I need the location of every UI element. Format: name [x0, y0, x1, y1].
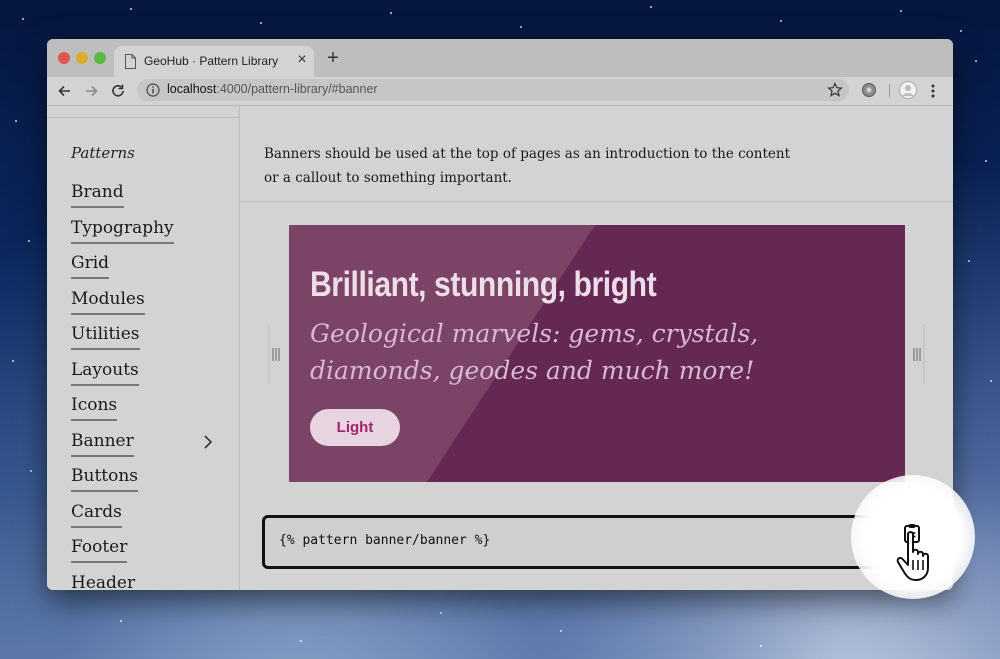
sidebar-item-label: Typography: [71, 217, 174, 244]
sidebar-item-label: Header: [71, 572, 135, 591]
sidebar-item-header[interactable]: Header: [71, 572, 174, 591]
reload-icon[interactable]: [109, 82, 127, 100]
profile-icon[interactable]: [899, 81, 917, 99]
sidebar-item-typography[interactable]: Typography: [71, 217, 174, 253]
sidebar-item-icons[interactable]: Icons: [71, 394, 174, 430]
close-tab-button[interactable]: ×: [293, 51, 311, 69]
close-window-button[interactable]: [58, 52, 70, 64]
sidebar-item-utilities[interactable]: Utilities: [71, 323, 174, 359]
drag-handle-icon[interactable]: [913, 324, 925, 384]
minimize-window-button[interactable]: [76, 52, 88, 64]
sidebar-item-grid[interactable]: Grid: [71, 252, 174, 288]
forward-arrow-icon[interactable]: [82, 82, 100, 100]
sidebar-divider: [47, 117, 239, 118]
tab-bar: GeoHub · Pattern Library × +: [47, 39, 953, 77]
sidebar-item-label: Layouts: [71, 359, 139, 386]
sidebar-nav: Brand Typography Grid Modules Utilities …: [71, 181, 213, 591]
main-content: Banners should be used at the top of pag…: [240, 106, 953, 590]
sidebar-item-label: Banner: [71, 430, 134, 457]
sidebar-item-label: Utilities: [71, 323, 140, 350]
sidebar-item-footer[interactable]: Footer: [71, 536, 174, 572]
banner-title: Brilliant, stunning, bright: [310, 265, 657, 304]
banner-preview: Brilliant, stunning, bright Geological m…: [289, 225, 905, 482]
toolbar-divider: [889, 84, 890, 98]
page-viewport: Patterns Brand Typography Grid Modules U…: [47, 106, 953, 590]
sidebar-item-label: Grid: [71, 252, 110, 279]
sidebar-item-brand[interactable]: Brand: [71, 181, 174, 217]
sidebar-item-modules[interactable]: Modules: [71, 288, 174, 324]
kebab-menu-icon[interactable]: [929, 82, 937, 100]
sidebar-item-layouts[interactable]: Layouts: [71, 359, 174, 395]
light-button[interactable]: Light: [310, 409, 400, 446]
pattern-description: Banners should be used at the top of pag…: [264, 145, 791, 186]
code-snippet-box[interactable]: {% pattern banner/banner %}: [262, 515, 932, 569]
sidebar-item-label: Icons: [71, 394, 118, 421]
sidebar-item-label: Cards: [71, 501, 122, 528]
sidebar-item-buttons[interactable]: Buttons: [71, 465, 174, 501]
pattern-sidebar: Patterns Brand Typography Grid Modules U…: [47, 106, 240, 590]
address-bar[interactable]: localhost:4000/pattern-library/#banner: [137, 79, 849, 101]
sidebar-item-label: Modules: [71, 288, 145, 315]
document-icon: [125, 54, 136, 69]
drag-handle-icon[interactable]: [268, 324, 280, 384]
banner-subtitle: Geological marvels: gems, crystals, diam…: [310, 319, 759, 385]
zoom-window-button[interactable]: [94, 52, 106, 64]
sidebar-item-label: Brand: [71, 181, 124, 208]
browser-toolbar: localhost:4000/pattern-library/#banner: [47, 77, 953, 106]
browser-window: GeoHub · Pattern Library × + localhost:4…: [47, 39, 953, 590]
sidebar-item-cards[interactable]: Cards: [71, 501, 174, 537]
star-icon[interactable]: [827, 82, 843, 98]
hand-cursor-icon: [896, 531, 929, 581]
sidebar-heading: Patterns: [71, 144, 135, 162]
sidebar-item-label: Buttons: [71, 465, 139, 492]
browser-tab[interactable]: GeoHub · Pattern Library ×: [114, 46, 314, 77]
info-icon[interactable]: [146, 83, 160, 97]
new-tab-button[interactable]: +: [324, 48, 342, 68]
url-text: localhost:4000/pattern-library/#banner: [167, 82, 378, 96]
back-arrow-icon[interactable]: [56, 82, 74, 100]
chevron-right-icon[interactable]: [202, 434, 214, 450]
code-snippet: {% pattern banner/banner %}: [279, 533, 491, 548]
sidebar-item-label: Footer: [71, 536, 128, 563]
sidebar-item-banner[interactable]: Banner: [71, 430, 213, 466]
extension-icon[interactable]: [861, 82, 877, 98]
content-divider: [240, 201, 953, 202]
tab-title: GeoHub · Pattern Library: [144, 54, 279, 68]
